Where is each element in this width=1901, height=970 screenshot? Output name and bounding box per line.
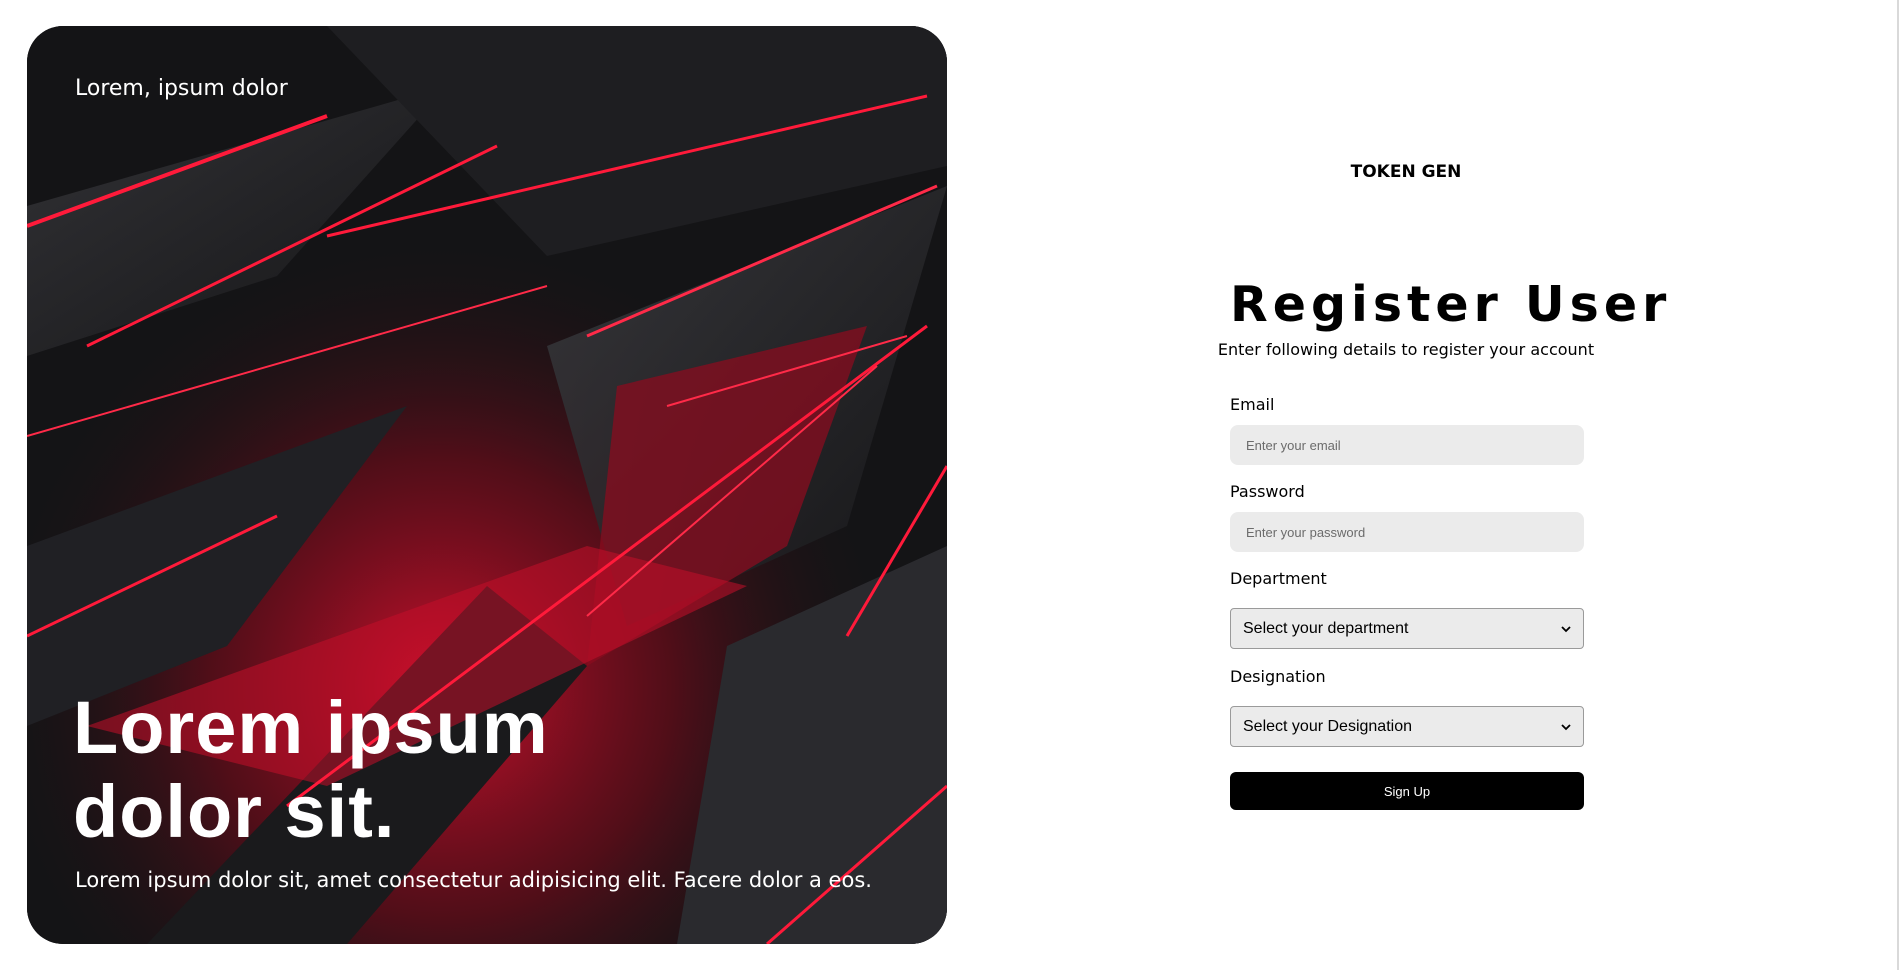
scrollbar[interactable] [1897, 0, 1899, 970]
designation-label: Designation [1230, 667, 1326, 686]
department-select-value: Select your department [1243, 619, 1409, 637]
hero-headline-line-2: dolor sit. [73, 770, 396, 853]
password-field[interactable] [1230, 512, 1584, 552]
department-label: Department [1230, 569, 1327, 588]
designation-select-value: Select your Designation [1243, 717, 1412, 735]
page: Lorem, ipsum dolor Lorem ipsum dolor sit… [0, 0, 1901, 970]
department-select[interactable]: Select your department [1230, 608, 1584, 649]
designation-select[interactable]: Select your Designation [1230, 706, 1584, 747]
hero-subtitle: Lorem ipsum dolor sit, amet consectetur … [75, 868, 872, 892]
hero-brand-text: Lorem, ipsum dolor [75, 76, 288, 101]
sign-up-button[interactable]: Sign Up [1230, 772, 1584, 810]
hero-headline: Lorem ipsum dolor sit. [73, 686, 773, 854]
email-field[interactable] [1230, 425, 1584, 465]
hero-panel: Lorem, ipsum dolor Lorem ipsum dolor sit… [27, 26, 947, 944]
chevron-down-icon [1561, 723, 1571, 730]
password-label: Password [1230, 482, 1305, 501]
form-title: Register User [1230, 276, 1672, 333]
chevron-down-icon [1561, 625, 1571, 632]
email-label: Email [1230, 395, 1275, 414]
app-name: TOKEN GEN [1350, 162, 1462, 182]
form-subtitle: Enter following details to register your… [1217, 340, 1595, 359]
hero-headline-line-1: Lorem ipsum [73, 686, 549, 769]
